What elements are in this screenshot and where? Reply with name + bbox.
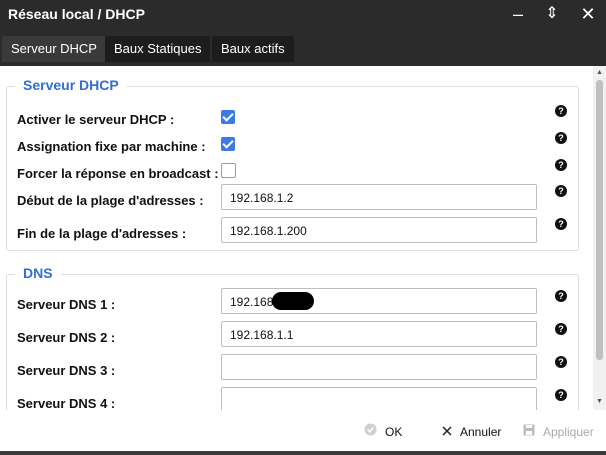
dns-fieldset: DNS Serveur DNS 1 : 192.168 ? Serveur DN… (6, 265, 579, 410)
range-start-label: Début de la plage d'adresses : (17, 193, 204, 208)
dns1-value: 192.168 (230, 295, 274, 309)
range-end-input[interactable]: 192.168.1.200 (221, 217, 537, 243)
dns2-label: Serveur DNS 2 : (17, 330, 116, 345)
cancel-label: Annuler (460, 425, 502, 439)
vertical-scrollbar[interactable]: ▲ ▼ (593, 66, 606, 410)
help-icon[interactable]: ? (555, 356, 567, 368)
help-icon[interactable]: ? (555, 218, 567, 230)
scroll-up-icon[interactable]: ▲ (596, 69, 603, 76)
help-icon[interactable]: ? (555, 159, 567, 171)
range-start-input[interactable]: 192.168.1.2 (221, 184, 537, 210)
help-icon[interactable]: ? (555, 290, 567, 302)
dialog-footer: OK Annuler Appliquer (0, 410, 606, 455)
dns1-label: Serveur DNS 1 : (17, 297, 116, 312)
taskbar-strip (0, 451, 606, 455)
save-icon (523, 422, 535, 442)
apply-button[interactable]: Appliquer (523, 422, 594, 442)
broadcast-label: Forcer la réponse en broadcast : (17, 166, 219, 181)
close-icon (442, 422, 452, 442)
restore-button[interactable]: ⇕ (536, 0, 568, 28)
check-circle-icon (364, 422, 377, 442)
dns1-input[interactable]: 192.168 (221, 288, 537, 314)
tab-baux-actifs[interactable]: Baux actifs (212, 36, 294, 62)
close-button[interactable]: ✕ (572, 0, 604, 28)
minimize-button[interactable]: – (502, 0, 534, 28)
ok-label: OK (385, 425, 403, 439)
dns2-input[interactable]: 192.168.1.1 (221, 321, 537, 347)
dhcp-legend: Serveur DHCP (15, 77, 127, 93)
scroll-down-icon[interactable]: ▼ (596, 398, 603, 405)
broadcast-checkbox[interactable] (221, 163, 236, 178)
redaction-mark (272, 292, 314, 310)
dns3-input[interactable] (221, 354, 537, 380)
dns4-label: Serveur DNS 4 : (17, 396, 116, 410)
apply-label: Appliquer (543, 425, 594, 439)
range-end-label: Fin de la plage d'adresses : (17, 226, 187, 241)
tab-serveur-dhcp[interactable]: Serveur DHCP (2, 36, 106, 62)
title-bar: Réseau local / DHCP – ⇕ ✕ (0, 0, 606, 32)
settings-panel: Serveur DHCP Activer le serveur DHCP : ?… (0, 66, 592, 410)
dns-legend: DNS (15, 265, 61, 281)
tab-bar: Serveur DHCP Baux Statiques Baux actifs (0, 32, 606, 66)
enable-dhcp-checkbox[interactable] (221, 110, 235, 124)
fixed-assign-checkbox[interactable] (221, 137, 235, 151)
enable-dhcp-label: Activer le serveur DHCP : (17, 112, 175, 127)
tab-baux-statiques[interactable]: Baux Statiques (105, 36, 211, 62)
ok-button[interactable]: OK (364, 422, 402, 442)
help-icon[interactable]: ? (555, 323, 567, 335)
scroll-thumb[interactable] (596, 80, 603, 360)
dhcp-fieldset: Serveur DHCP Activer le serveur DHCP : ?… (6, 77, 579, 251)
cancel-button[interactable]: Annuler (442, 422, 501, 442)
help-icon[interactable]: ? (555, 132, 567, 144)
dns4-input[interactable] (221, 387, 537, 410)
help-icon[interactable]: ? (555, 105, 567, 117)
fixed-assign-label: Assignation fixe par machine : (17, 139, 206, 154)
window-title: Réseau local / DHCP (8, 6, 145, 22)
help-icon[interactable]: ? (555, 389, 567, 401)
help-icon[interactable]: ? (555, 185, 567, 197)
dns3-label: Serveur DNS 3 : (17, 363, 116, 378)
